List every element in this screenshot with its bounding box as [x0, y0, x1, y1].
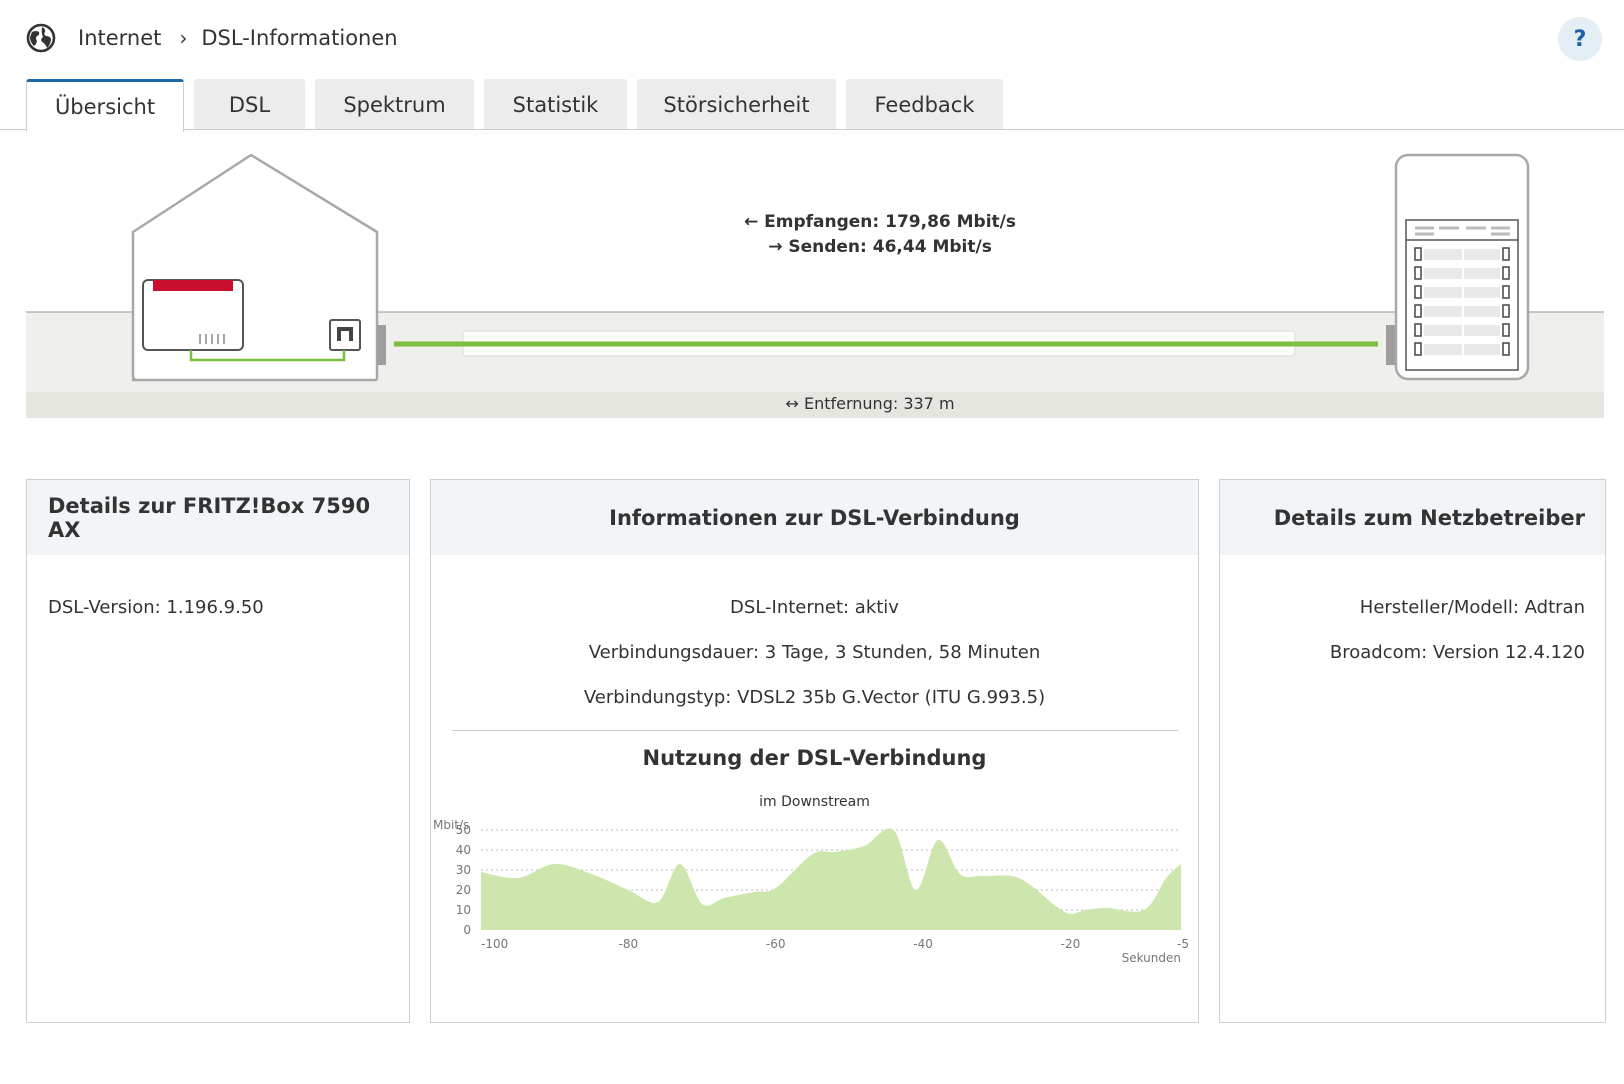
y-tick-label: 10: [456, 903, 471, 917]
dsl-status: DSL-Internet: aktiv: [730, 597, 899, 618]
tab-bar: Übersicht DSL Spektrum Statistik Störsic…: [26, 79, 1003, 132]
breadcrumb: Internet › DSL-Informationen: [26, 22, 398, 54]
downstream-area: [481, 828, 1181, 930]
tab-divider: [0, 129, 1624, 130]
fritzbox-details-panel: Details zur FRITZ!Box 7590 AX DSL-Versio…: [26, 479, 410, 1023]
x-tick-label: -40: [913, 937, 933, 951]
chevron-right-icon: ›: [179, 26, 188, 50]
divider: [451, 730, 1178, 731]
provider-details-panel: Details zum Netzbetreiber Hersteller/Mod…: [1219, 479, 1606, 1023]
send-rate: Senden: 46,44 Mbit/s: [788, 237, 992, 257]
x-tick-label: -20: [1061, 937, 1081, 951]
tab-stoersicherheit[interactable]: Störsicherheit: [637, 79, 836, 130]
tab-uebersicht[interactable]: Übersicht: [26, 79, 184, 132]
y-tick-label: 20: [456, 883, 471, 897]
x-tick-label: -5: [1177, 937, 1189, 951]
dsl-info-panel: Informationen zur DSL-Verbindung DSL-Int…: [430, 479, 1199, 1023]
downstream-usage-chart: Mbit/s01020304050-100 -80 -60 -40 -20 -5Sekun…: [433, 820, 1189, 965]
connection-rates: ← Empfangen: 179,86 Mbit/s → Senden: 46,…: [700, 210, 1060, 260]
y-tick-label: 30: [456, 863, 471, 877]
connection-diagram: [26, 153, 1604, 418]
breadcrumb-current: DSL-Informationen: [201, 26, 398, 50]
receive-rate: Empfangen: 179,86 Mbit/s: [764, 212, 1017, 232]
tab-dsl[interactable]: DSL: [194, 79, 305, 130]
connection-type: Verbindungstyp: VDSL2 35b G.Vector (ITU …: [583, 687, 1046, 708]
distance-label: ↔ Entfernung: 337 m: [785, 394, 955, 413]
tab-feedback[interactable]: Feedback: [846, 79, 1003, 130]
panel-title: Details zum Netzbetreiber: [1220, 480, 1605, 555]
wall-socket-icon: [329, 319, 361, 351]
panel-title: Details zur FRITZ!Box 7590 AX: [27, 480, 409, 555]
x-tick-label: -100: [481, 937, 508, 951]
tab-statistik[interactable]: Statistik: [484, 79, 627, 130]
dslam-cabinet-icon: [1394, 153, 1530, 381]
broadcom-version: Broadcom: Version 12.4.120: [1329, 642, 1585, 663]
y-tick-label: 50: [456, 823, 471, 837]
arrow-left-right-icon: ↔: [785, 394, 799, 413]
y-tick-label: 0: [463, 923, 471, 937]
tab-spektrum[interactable]: Spektrum: [315, 79, 474, 130]
dsl-version: DSL-Version: 1.196.9.50: [48, 597, 264, 618]
breadcrumb-internet[interactable]: Internet: [78, 26, 161, 50]
usage-subtitle: im Downstream: [759, 794, 870, 810]
x-tick-label: -80: [619, 937, 639, 951]
arrow-left-icon: ←: [743, 212, 759, 232]
usage-title: Nutzung der DSL-Verbindung: [642, 746, 987, 770]
router-icon: [142, 279, 244, 351]
y-tick-label: 40: [456, 843, 471, 857]
provider-model: Hersteller/Modell: Adtran: [1359, 597, 1585, 618]
x-axis-label: Sekunden: [1122, 951, 1181, 965]
globe-icon: [26, 23, 56, 53]
panel-title: Informationen zur DSL-Verbindung: [431, 480, 1198, 555]
arrow-right-icon: →: [768, 237, 783, 257]
connection-duration: Verbindungsdauer: 3 Tage, 3 Stunden, 58 …: [588, 642, 1041, 663]
x-tick-label: -60: [766, 937, 786, 951]
help-button[interactable]: ?: [1558, 17, 1602, 61]
